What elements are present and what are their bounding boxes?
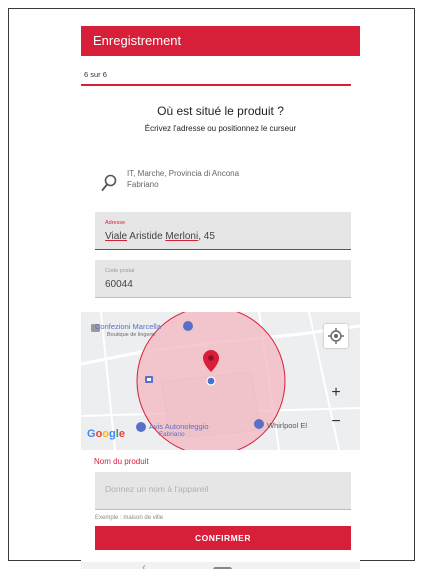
product-name-field[interactable] — [95, 472, 351, 510]
poi-avis-subtitle: Fabriano — [159, 431, 185, 438]
crosshair-icon — [328, 328, 344, 344]
page-title: Enregistrement — [93, 33, 182, 48]
system-nav-bar: ‹ — [81, 560, 360, 569]
step-indicator: 6 sur 6 — [84, 70, 107, 79]
search-result-city: Fabriano — [127, 180, 159, 189]
current-location-dot — [206, 376, 216, 386]
address-search-result[interactable]: IT, Marche, Provincia di Ancona Fabriano — [127, 168, 239, 190]
poi-whirlpool[interactable]: Whirlpool El — [267, 421, 307, 430]
location-instruction: Écrivez l'adresse ou positionnez le curs… — [144, 124, 297, 133]
progress-bar — [81, 84, 351, 86]
address-value-street-type: Viale — [105, 231, 128, 242]
address-value[interactable]: Viale Aristide Merloni, 45 — [105, 231, 215, 242]
car-rental-marker-icon — [136, 422, 146, 432]
poi-confezioni-subtitle: Boutique de lingerie — [107, 332, 156, 338]
address-field[interactable]: Adresse Viale Aristide Merloni, 45 — [95, 212, 351, 250]
address-value-number: , 45 — [198, 231, 215, 242]
store-marker-icon — [254, 419, 264, 429]
map-view[interactable]: Confezioni Marcella Boutique de lingerie… — [81, 312, 360, 450]
postal-code-label: Code postal — [105, 268, 135, 274]
google-logo: Google — [87, 428, 125, 440]
search-result-region: IT, Marche, Provincia di Ancona — [127, 169, 240, 178]
app-bar: Enregistrement — [81, 26, 360, 56]
confirm-button[interactable]: CONFIRMER — [95, 526, 351, 550]
back-icon[interactable]: ‹ — [142, 560, 146, 569]
location-question: Où est situé le produit ? — [157, 104, 284, 118]
address-value-name: Aristide — [127, 231, 166, 242]
product-name-label: Nom du produit — [94, 457, 149, 466]
zoom-out-button[interactable]: − — [326, 412, 346, 432]
phone-screen: Enregistrement 6 sur 6 Où est situé le p… — [81, 26, 360, 569]
shop-marker-icon — [183, 321, 193, 331]
poi-confezioni-marcella[interactable]: Confezioni Marcella — [95, 322, 161, 331]
address-value-surname: Merloni — [165, 231, 199, 242]
address-label: Adresse — [105, 220, 126, 226]
zoom-in-button[interactable]: + — [326, 383, 346, 403]
my-location-button[interactable] — [324, 324, 348, 348]
poi-avis[interactable]: Avis Autonoleggio — [149, 422, 209, 431]
postal-code-field[interactable]: Code postal 60044 — [95, 260, 351, 298]
product-name-input[interactable] — [105, 484, 341, 494]
postal-code-value[interactable]: 60044 — [105, 279, 133, 290]
product-name-example: Exemple : maison de ville — [95, 515, 164, 521]
search-icon[interactable] — [101, 174, 117, 192]
